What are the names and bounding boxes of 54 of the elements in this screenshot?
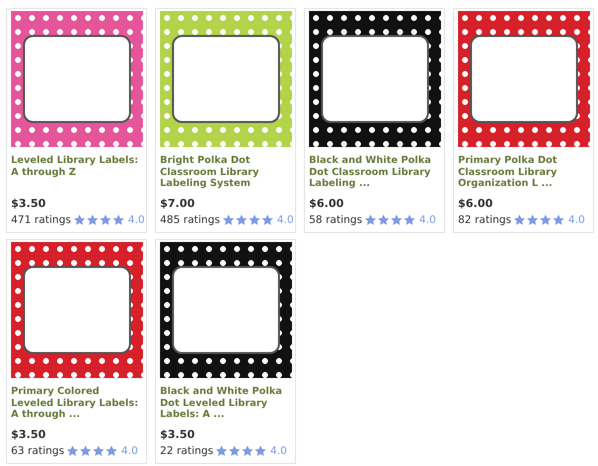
product-thumbnail[interactable] <box>458 11 590 147</box>
product-thumbnail[interactable] <box>160 242 292 378</box>
product-title[interactable]: Bright Polka Dot Classroom Library Labeling System <box>160 155 291 195</box>
ratings-count: 22 ratings <box>160 445 214 457</box>
product-thumbnail[interactable] <box>11 242 143 378</box>
product-price: $7.00 <box>160 197 196 210</box>
star-icon <box>513 214 526 226</box>
product-price: $3.50 <box>11 428 47 441</box>
ratings-count: 485 ratings <box>160 214 220 226</box>
star-icon <box>539 214 552 226</box>
star-icon <box>228 445 242 457</box>
rating-score: 4.0 <box>128 214 145 226</box>
rating-score: 4.0 <box>568 214 585 226</box>
star-icon <box>222 214 235 226</box>
ratings-count: 471 ratings <box>11 214 71 226</box>
star-icon <box>377 214 390 226</box>
star-icon <box>260 214 274 226</box>
star-icon <box>215 445 228 457</box>
star-icon <box>403 214 416 226</box>
product-thumbnail[interactable] <box>160 11 292 147</box>
star-icon <box>254 445 268 457</box>
star-icon <box>112 214 125 226</box>
product-title[interactable]: Primary Polka Dot Classroom Library Organization L ... <box>458 155 589 195</box>
rating-score: 4.0 <box>270 445 287 457</box>
product-price: $3.50 <box>160 428 196 441</box>
star-icon <box>72 214 86 226</box>
star-icon <box>98 214 112 226</box>
ratings-count: 63 ratings <box>11 445 64 457</box>
rating-score: 4.0 <box>276 214 294 226</box>
star-icon <box>526 214 540 226</box>
product-price: $3.50 <box>11 197 47 210</box>
product-price: $6.00 <box>309 197 345 210</box>
product-title[interactable]: Leveled Library Labels: A through Z <box>11 155 142 195</box>
ratings-count: 58 ratings <box>309 214 362 226</box>
star-icon <box>79 445 92 457</box>
star-icon <box>92 445 106 457</box>
product-title[interactable]: Primary Colored Leveled Library Labels: A through ... <box>11 386 142 426</box>
star-icon <box>66 445 80 457</box>
product-price: $6.00 <box>458 197 494 210</box>
product-thumbnail[interactable] <box>309 11 441 147</box>
star-icon <box>241 445 254 457</box>
rating-score: 4.0 <box>121 445 138 457</box>
star-icon <box>364 214 378 226</box>
rating-score: 4.0 <box>419 214 436 226</box>
product-thumbnail[interactable] <box>11 11 143 147</box>
product-title[interactable]: Black and White Polka Dot Classroom Library Labeling ... <box>309 155 440 195</box>
product-title[interactable]: Black and White Polka Dot Leveled Library Labels: A ... <box>160 386 291 426</box>
star-icon <box>105 445 118 457</box>
star-icon <box>552 214 566 226</box>
star-icon <box>248 214 261 226</box>
star-icon <box>86 214 99 226</box>
star-icon <box>390 214 404 226</box>
ratings-count: 82 ratings <box>458 214 512 226</box>
star-icon <box>234 214 248 226</box>
